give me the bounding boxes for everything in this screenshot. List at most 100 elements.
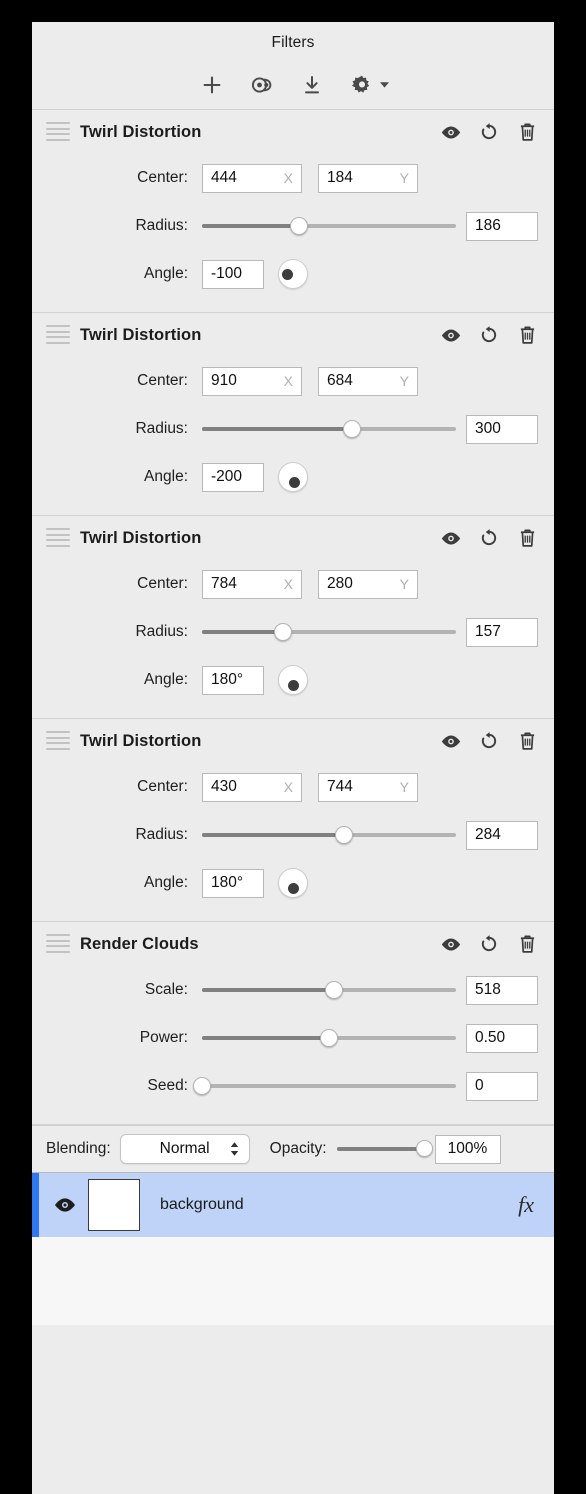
center-label: Center: bbox=[137, 778, 188, 795]
power-slider[interactable] bbox=[202, 1028, 456, 1048]
radius-slider[interactable] bbox=[202, 419, 456, 439]
center-x-axis-label: X bbox=[283, 779, 293, 795]
layer-selected-accent bbox=[32, 1173, 39, 1237]
filter-delete-trash-icon[interactable] bbox=[516, 730, 538, 752]
filter-section: Twirl Distortion Center: 910 X 684 Y Radius: 30… bbox=[32, 313, 554, 516]
filters-list: Twirl Distortion Center: 444 X 184 Y Radius: 18… bbox=[32, 110, 554, 1125]
center-x-value: 910 bbox=[211, 372, 237, 389]
filter-reset-icon[interactable] bbox=[478, 527, 500, 549]
radius-slider[interactable] bbox=[202, 216, 456, 236]
seed-slider-track bbox=[202, 1084, 456, 1088]
filter-settings-button[interactable] bbox=[347, 70, 390, 100]
filter-visibility-eye-icon[interactable] bbox=[440, 933, 462, 955]
filter-header: Twirl Distortion bbox=[32, 719, 554, 763]
angle-value-field[interactable]: 180° bbox=[202, 665, 264, 695]
angle-dial[interactable] bbox=[278, 665, 308, 695]
radius-value-field[interactable]: 186 bbox=[466, 211, 538, 241]
opacity-slider-thumb[interactable] bbox=[416, 1140, 433, 1157]
seed-slider[interactable] bbox=[193, 1076, 456, 1096]
filter-header: Twirl Distortion bbox=[32, 110, 554, 154]
angle-value-field[interactable]: -200 bbox=[202, 462, 264, 492]
scale-value: 518 bbox=[475, 981, 501, 998]
blending-mode-value: Normal bbox=[159, 1140, 210, 1157]
angle-dial-dot bbox=[287, 883, 299, 894]
center-x-field[interactable]: 784 X bbox=[202, 569, 302, 599]
radius-value-field[interactable]: 284 bbox=[466, 820, 538, 850]
filter-visibility-eye-icon[interactable] bbox=[440, 324, 462, 346]
power-value-field[interactable]: 0.50 bbox=[466, 1023, 538, 1053]
layer-visibility-eye-icon[interactable] bbox=[52, 1197, 78, 1213]
radius-slider-thumb[interactable] bbox=[342, 420, 361, 438]
scale-label: Scale: bbox=[144, 981, 188, 998]
filter-reset-icon[interactable] bbox=[478, 933, 500, 955]
center-x-axis-label: X bbox=[283, 373, 293, 389]
radius-value-field[interactable]: 300 bbox=[466, 414, 538, 444]
scale-slider[interactable] bbox=[202, 980, 456, 1000]
center-x-field[interactable]: 444 X bbox=[202, 163, 302, 193]
drag-handle-icon[interactable] bbox=[46, 528, 70, 548]
angle-value: -100 bbox=[211, 265, 243, 282]
power-slider-thumb[interactable] bbox=[320, 1029, 338, 1047]
angle-dial[interactable] bbox=[278, 868, 308, 898]
filter-delete-trash-icon[interactable] bbox=[516, 527, 538, 549]
filter-header-actions bbox=[440, 324, 538, 346]
seed-slider-thumb[interactable] bbox=[193, 1077, 211, 1095]
drag-handle-icon[interactable] bbox=[46, 122, 70, 142]
radius-slider-fill bbox=[202, 427, 352, 431]
filter-visibility-eye-icon[interactable] bbox=[440, 121, 462, 143]
angle-value-field[interactable]: 180° bbox=[202, 868, 264, 898]
radius-slider-thumb[interactable] bbox=[274, 623, 293, 641]
blending-mode-select[interactable]: Normal bbox=[119, 1134, 250, 1164]
center-x-field[interactable]: 910 X bbox=[202, 366, 302, 396]
radius-value: 300 bbox=[475, 420, 501, 437]
radius-slider-thumb[interactable] bbox=[289, 217, 308, 235]
layer-thumbnail[interactable] bbox=[88, 1179, 140, 1231]
filter-reset-icon[interactable] bbox=[478, 324, 500, 346]
filter-reset-icon[interactable] bbox=[478, 121, 500, 143]
radius-slider[interactable] bbox=[202, 622, 456, 642]
radius-value-field[interactable]: 157 bbox=[466, 617, 538, 647]
center-x-field[interactable]: 430 X bbox=[202, 772, 302, 802]
filter-delete-trash-icon[interactable] bbox=[516, 324, 538, 346]
scale-value-field[interactable]: 518 bbox=[466, 975, 538, 1005]
filter-section-render-clouds: Render Clouds Scale: 518 Power: 0.50 Seed: 0 bbox=[32, 922, 554, 1125]
chevron-down-icon bbox=[379, 76, 390, 94]
center-y-axis-label: Y bbox=[399, 576, 409, 592]
center-y-value: 184 bbox=[327, 169, 353, 186]
filter-delete-trash-icon[interactable] bbox=[516, 121, 538, 143]
filter-visibility-eye-icon[interactable] bbox=[440, 730, 462, 752]
filter-section: Twirl Distortion Center: 444 X 184 Y Radius: 18… bbox=[32, 110, 554, 313]
center-y-field[interactable]: 280 Y bbox=[318, 569, 418, 599]
layer-effects-icon[interactable]: fx bbox=[518, 1192, 534, 1218]
angle-dial[interactable] bbox=[278, 462, 308, 492]
angle-value-field[interactable]: -100 bbox=[202, 259, 264, 289]
radius-slider[interactable] bbox=[202, 825, 456, 845]
filter-title: Twirl Distortion bbox=[80, 122, 202, 141]
drag-handle-icon[interactable] bbox=[46, 731, 70, 751]
angle-dial[interactable] bbox=[278, 259, 308, 289]
radius-slider-thumb[interactable] bbox=[335, 826, 354, 844]
center-y-field[interactable]: 184 Y bbox=[318, 163, 418, 193]
opacity-slider[interactable] bbox=[336, 1140, 433, 1158]
stepper-chevrons-icon bbox=[229, 1141, 240, 1157]
drag-handle-icon[interactable] bbox=[46, 325, 70, 345]
drag-handle-icon[interactable] bbox=[46, 934, 70, 954]
clone-icon[interactable] bbox=[247, 70, 277, 100]
filter-visibility-eye-icon[interactable] bbox=[440, 527, 462, 549]
opacity-value-field[interactable]: 100% bbox=[434, 1134, 501, 1164]
opacity-slider-fill bbox=[336, 1147, 425, 1151]
filter-delete-trash-icon[interactable] bbox=[516, 933, 538, 955]
scale-slider-fill bbox=[202, 988, 335, 992]
filter-reset-icon[interactable] bbox=[478, 730, 500, 752]
download-icon[interactable] bbox=[297, 70, 327, 100]
filter-header: Twirl Distortion bbox=[32, 516, 554, 560]
scale-slider-thumb[interactable] bbox=[325, 981, 344, 999]
center-y-field[interactable]: 744 Y bbox=[318, 772, 418, 802]
seed-value-field[interactable]: 0 bbox=[466, 1071, 538, 1101]
angle-value: 180° bbox=[211, 874, 244, 891]
center-x-value: 784 bbox=[211, 575, 237, 592]
center-y-field[interactable]: 684 Y bbox=[318, 366, 418, 396]
gear-icon bbox=[347, 70, 377, 100]
layer-row-background[interactable]: background fx bbox=[32, 1173, 554, 1237]
add-filter-button[interactable] bbox=[197, 70, 227, 100]
